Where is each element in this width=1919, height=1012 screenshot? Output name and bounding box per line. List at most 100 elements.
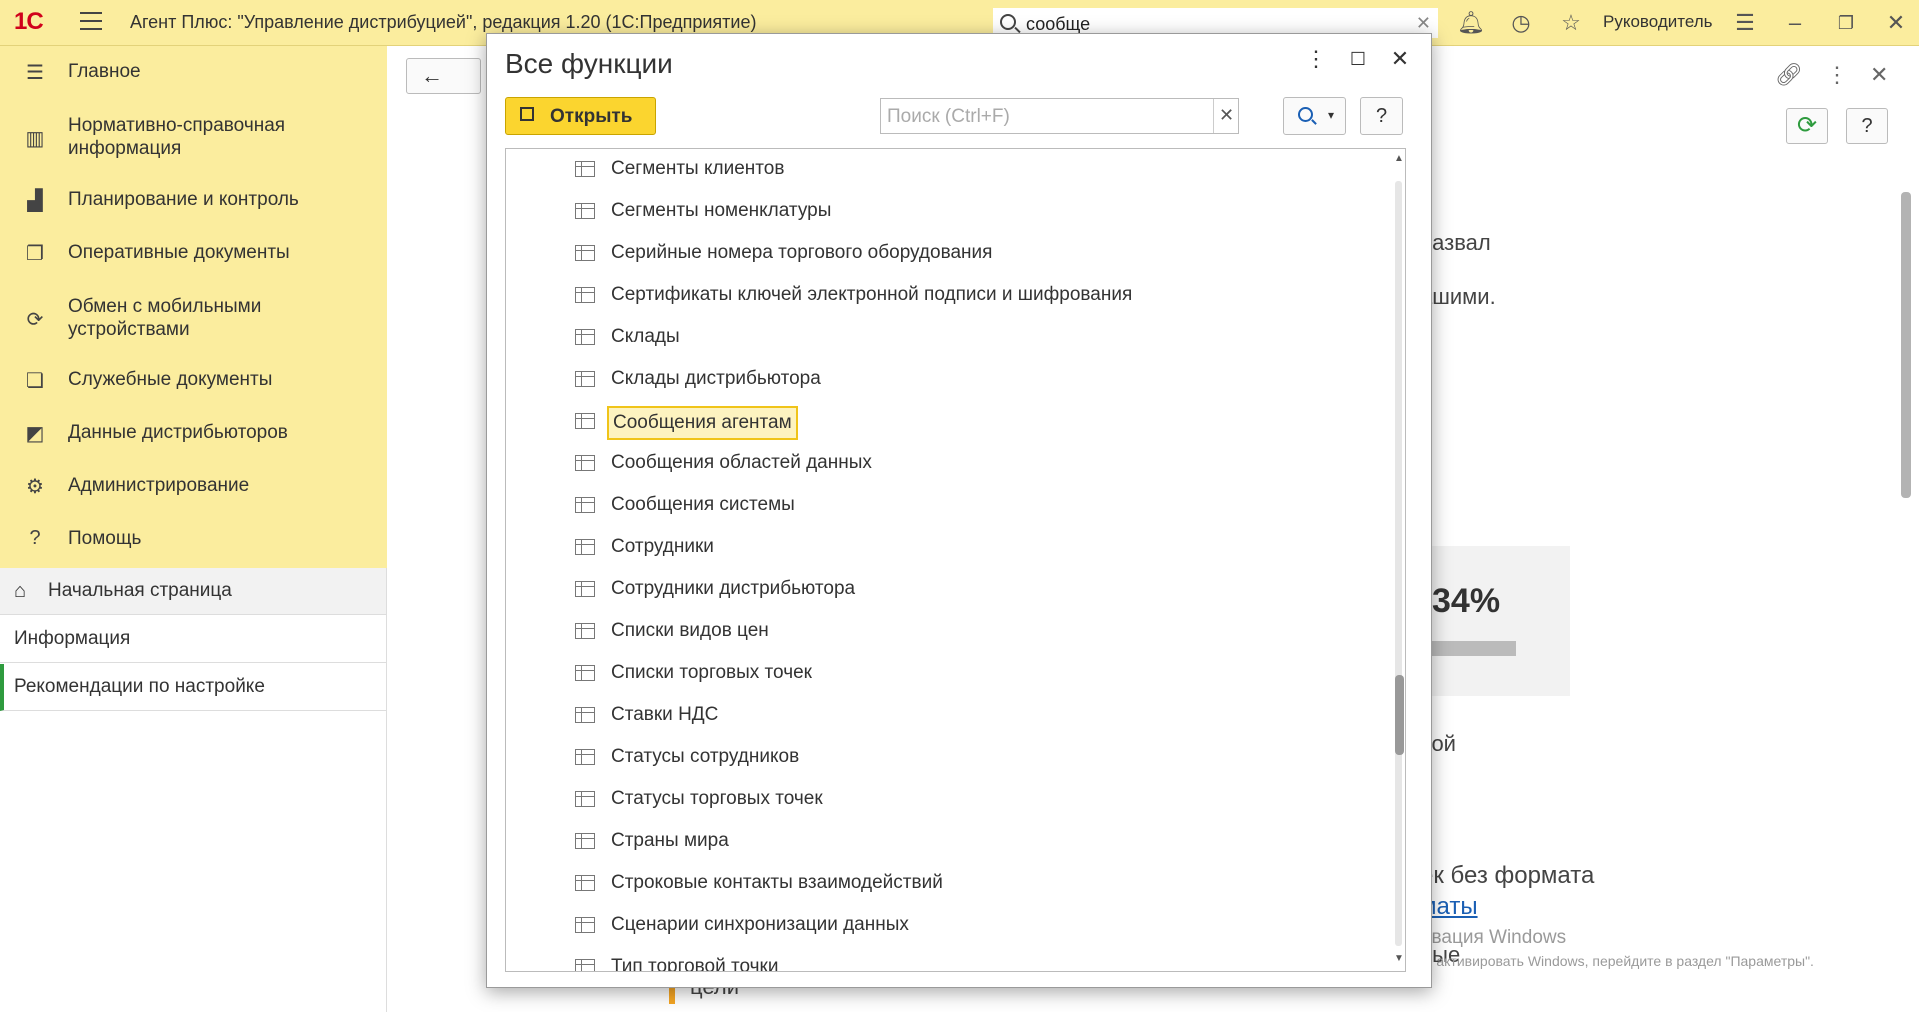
app-title: Агент Плюс: "Управление дистрибуцией", р… — [130, 12, 757, 32]
list-item-label: Строковые контакты взаимодействий — [611, 872, 943, 893]
list-item-label: Страны мира — [611, 830, 729, 851]
list-item[interactable]: Списки торговых точек — [506, 653, 1386, 695]
list-scrollbar[interactable]: ▲ ▼ — [1392, 149, 1405, 971]
list-item[interactable]: Сегменты номенклатуры — [506, 191, 1386, 233]
list-item-selected[interactable]: Сообщения агентам — [506, 401, 1386, 443]
app-logo: 1С — [14, 8, 44, 35]
table-icon — [575, 749, 595, 765]
bell-icon[interactable]: 🔔︎ — [1457, 10, 1485, 36]
list-item[interactable]: Тип торговой точки — [506, 947, 1386, 972]
gear-icon: ⚙ — [26, 476, 44, 498]
table-icon — [575, 707, 595, 723]
page-scrollbar[interactable] — [1901, 192, 1911, 498]
progress-bar — [1432, 641, 1516, 656]
home-icon: ⌂ — [14, 580, 27, 602]
list-item-label: Сотрудники — [611, 536, 714, 557]
table-icon — [575, 203, 595, 219]
list-item[interactable]: Сертификаты ключей электронной подписи и… — [506, 275, 1386, 317]
clear-icon[interactable]: ✕ — [1219, 105, 1234, 126]
minimize-icon[interactable]: ‒ — [1782, 10, 1808, 36]
back-button[interactable]: ← — [406, 58, 481, 94]
list-item-label: Списки видов цен — [611, 620, 769, 641]
list-item[interactable]: Сотрудники — [506, 527, 1386, 569]
list-item[interactable]: Серийные номера торгового оборудования — [506, 233, 1386, 275]
progress-card — [1420, 546, 1570, 696]
progress-percent: 34% — [1432, 582, 1501, 620]
page-help-button[interactable]: ? — [1846, 108, 1888, 144]
open-button[interactable]: Открыть — [505, 97, 656, 135]
list-item-label: Сообщения агентам — [607, 406, 798, 440]
restore-icon[interactable]: ❐ — [1833, 10, 1859, 36]
scroll-thumb[interactable] — [1395, 675, 1404, 755]
search-input[interactable]: Поиск (Ctrl+F) ✕ — [880, 98, 1239, 134]
more-icon[interactable]: ⋮ — [1826, 62, 1848, 88]
list-item[interactable]: Страны мира — [506, 821, 1386, 863]
divider — [1213, 99, 1214, 133]
page-information[interactable]: Информация — [0, 616, 386, 663]
all-functions-dialog: Все функции ⋮ ☐ ✕ Открыть Поиск (Ctrl+F)… — [486, 33, 1432, 988]
list-item[interactable]: Ставки НДС — [506, 695, 1386, 737]
list-item-label: Сертификаты ключей электронной подписи и… — [611, 284, 1133, 305]
clear-search-icon[interactable]: ✕ — [1416, 13, 1431, 34]
main-menu-icon[interactable] — [80, 12, 102, 32]
list-item[interactable]: Сообщения системы — [506, 485, 1386, 527]
service-docs-icon: ❏ — [26, 370, 44, 392]
scroll-track[interactable] — [1395, 181, 1402, 946]
sync-icon: ⟳ — [26, 309, 44, 331]
table-icon — [575, 413, 595, 429]
page-setup-recommendations[interactable]: Рекомендации по настройке — [0, 664, 386, 711]
table-icon — [575, 539, 595, 555]
section-label: Главное — [68, 61, 141, 82]
bg-text: ек без формата — [1420, 862, 1595, 889]
list-item[interactable]: Сообщения областей данных — [506, 443, 1386, 485]
list-item[interactable]: Статусы торговых точек — [506, 779, 1386, 821]
list-item-label: Сотрудники дистрибьютора — [611, 578, 856, 599]
table-icon — [575, 917, 595, 933]
catalog-icon: ▥ — [25, 128, 45, 150]
table-icon — [575, 833, 595, 849]
help-button[interactable]: ? — [1360, 97, 1403, 135]
close-page-icon[interactable]: ✕ — [1870, 62, 1888, 88]
distributor-icon: ◩ — [25, 423, 45, 445]
functions-list[interactable]: Сегменты клиентов Сегменты номенклатуры … — [505, 148, 1406, 972]
list-item[interactable]: Строковые контакты взаимодействий — [506, 863, 1386, 905]
list-item-label: Ставки НДС — [611, 704, 719, 725]
scroll-down-icon[interactable]: ▼ — [1394, 953, 1404, 964]
page-label: Начальная страница — [48, 580, 232, 601]
section-label: Нормативно-справочная информация — [68, 115, 286, 159]
list-item[interactable]: Статусы сотрудников — [506, 737, 1386, 779]
list-item-label: Тип торговой точки — [611, 956, 779, 972]
list-item-label: Сценарии синхронизации данных — [611, 914, 909, 935]
activation-watermark-hint: Чтобы активировать Windows, перейдите в … — [1391, 953, 1814, 969]
settings-menu-icon[interactable]: ☰ — [1732, 10, 1758, 36]
list-item[interactable]: Сегменты клиентов — [506, 149, 1386, 191]
link-icon[interactable]: 🔗︎ — [1775, 62, 1803, 88]
list-item-label: Сообщения областей данных — [611, 452, 872, 473]
page-label: Информация — [14, 628, 131, 649]
open-pages-panel: ⌂ Начальная страница Информация Рекоменд… — [0, 568, 387, 1012]
list-item[interactable]: Списки видов цен — [506, 611, 1386, 653]
list-item[interactable]: Сотрудники дистрибьютора — [506, 569, 1386, 611]
list-item[interactable]: Склады дистрибьютора — [506, 359, 1386, 401]
more-icon[interactable]: ⋮ — [1303, 46, 1329, 72]
close-icon[interactable]: ✕ — [1387, 46, 1413, 72]
maximize-icon[interactable]: ☐ — [1345, 46, 1371, 72]
search-placeholder: Поиск (Ctrl+F) — [887, 106, 1010, 127]
table-icon — [575, 287, 595, 303]
user-role[interactable]: Руководитель — [1603, 12, 1713, 32]
scroll-up-icon[interactable]: ▲ — [1394, 153, 1404, 164]
search-icon — [1298, 107, 1313, 122]
search-button[interactable]: ▾ — [1283, 97, 1346, 135]
star-icon[interactable]: ☆ — [1558, 10, 1584, 36]
list-item-label: Склады — [611, 326, 680, 347]
chevron-down-icon: ▾ — [1328, 108, 1335, 122]
page-home[interactable]: ⌂ Начальная страница — [0, 568, 386, 615]
refresh-button[interactable]: ⟳ — [1786, 108, 1828, 144]
table-icon — [575, 161, 595, 177]
open-label: Открыть — [550, 106, 633, 127]
menu-icon: ☰ — [26, 62, 44, 84]
close-window-icon[interactable]: ✕ — [1883, 10, 1909, 36]
list-item[interactable]: Склады — [506, 317, 1386, 359]
list-item[interactable]: Сценарии синхронизации данных — [506, 905, 1386, 947]
history-icon[interactable]: ◷ — [1508, 10, 1534, 36]
